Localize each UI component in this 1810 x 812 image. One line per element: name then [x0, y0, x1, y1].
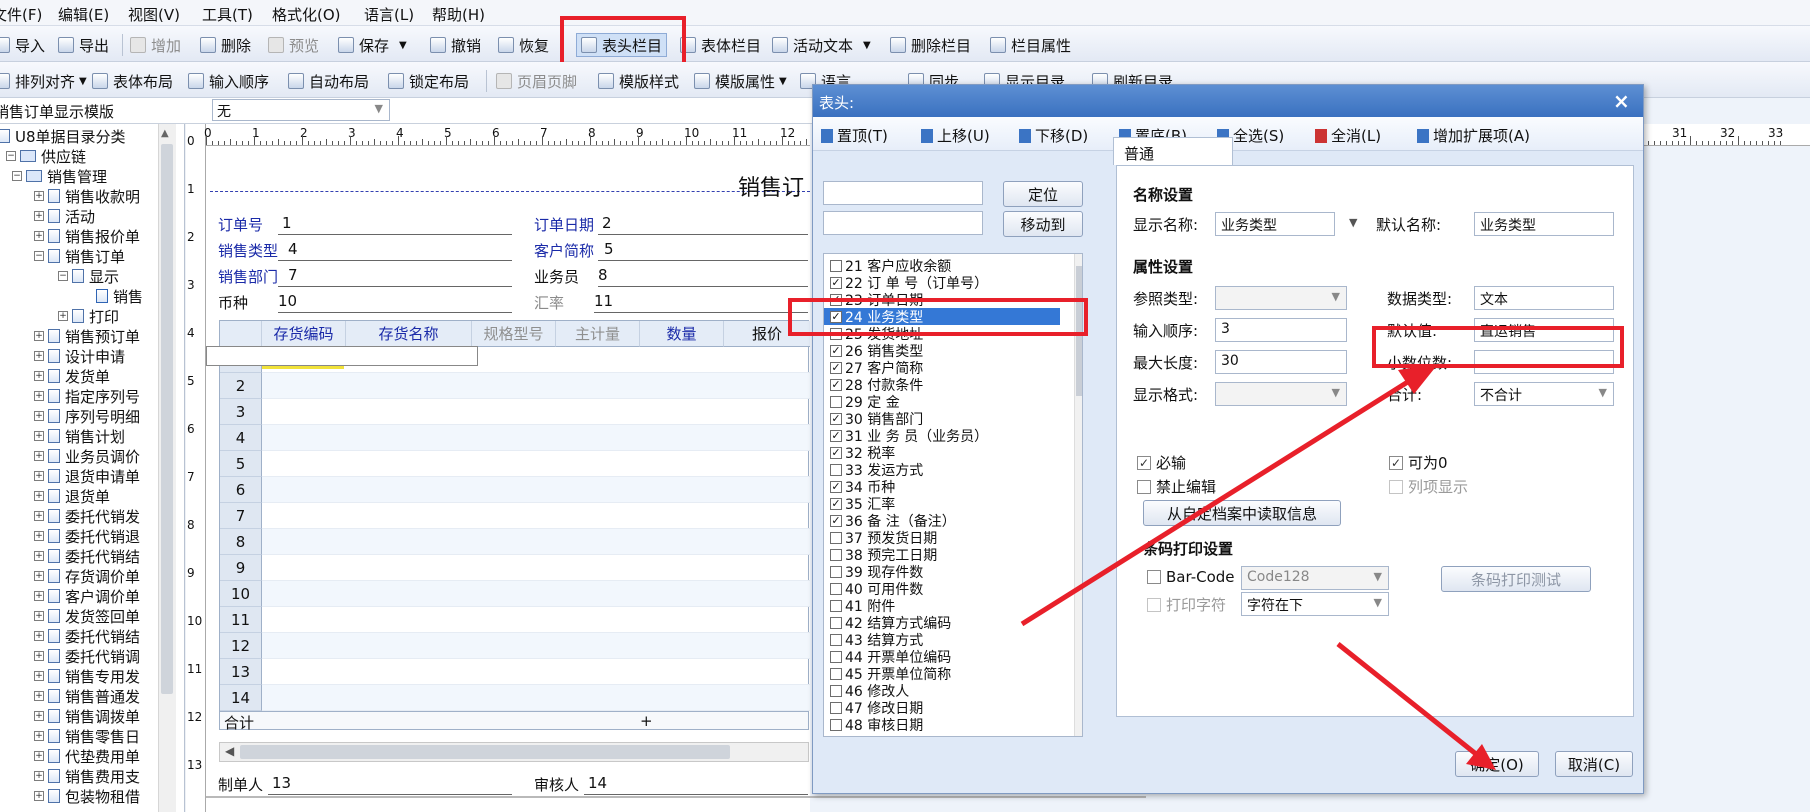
arrow-head-default-value [1398, 364, 1438, 394]
arrow-line-default-value [1020, 365, 1432, 627]
annotation-arrows [1020, 364, 1496, 770]
arrow-line-ok [1336, 642, 1488, 764]
